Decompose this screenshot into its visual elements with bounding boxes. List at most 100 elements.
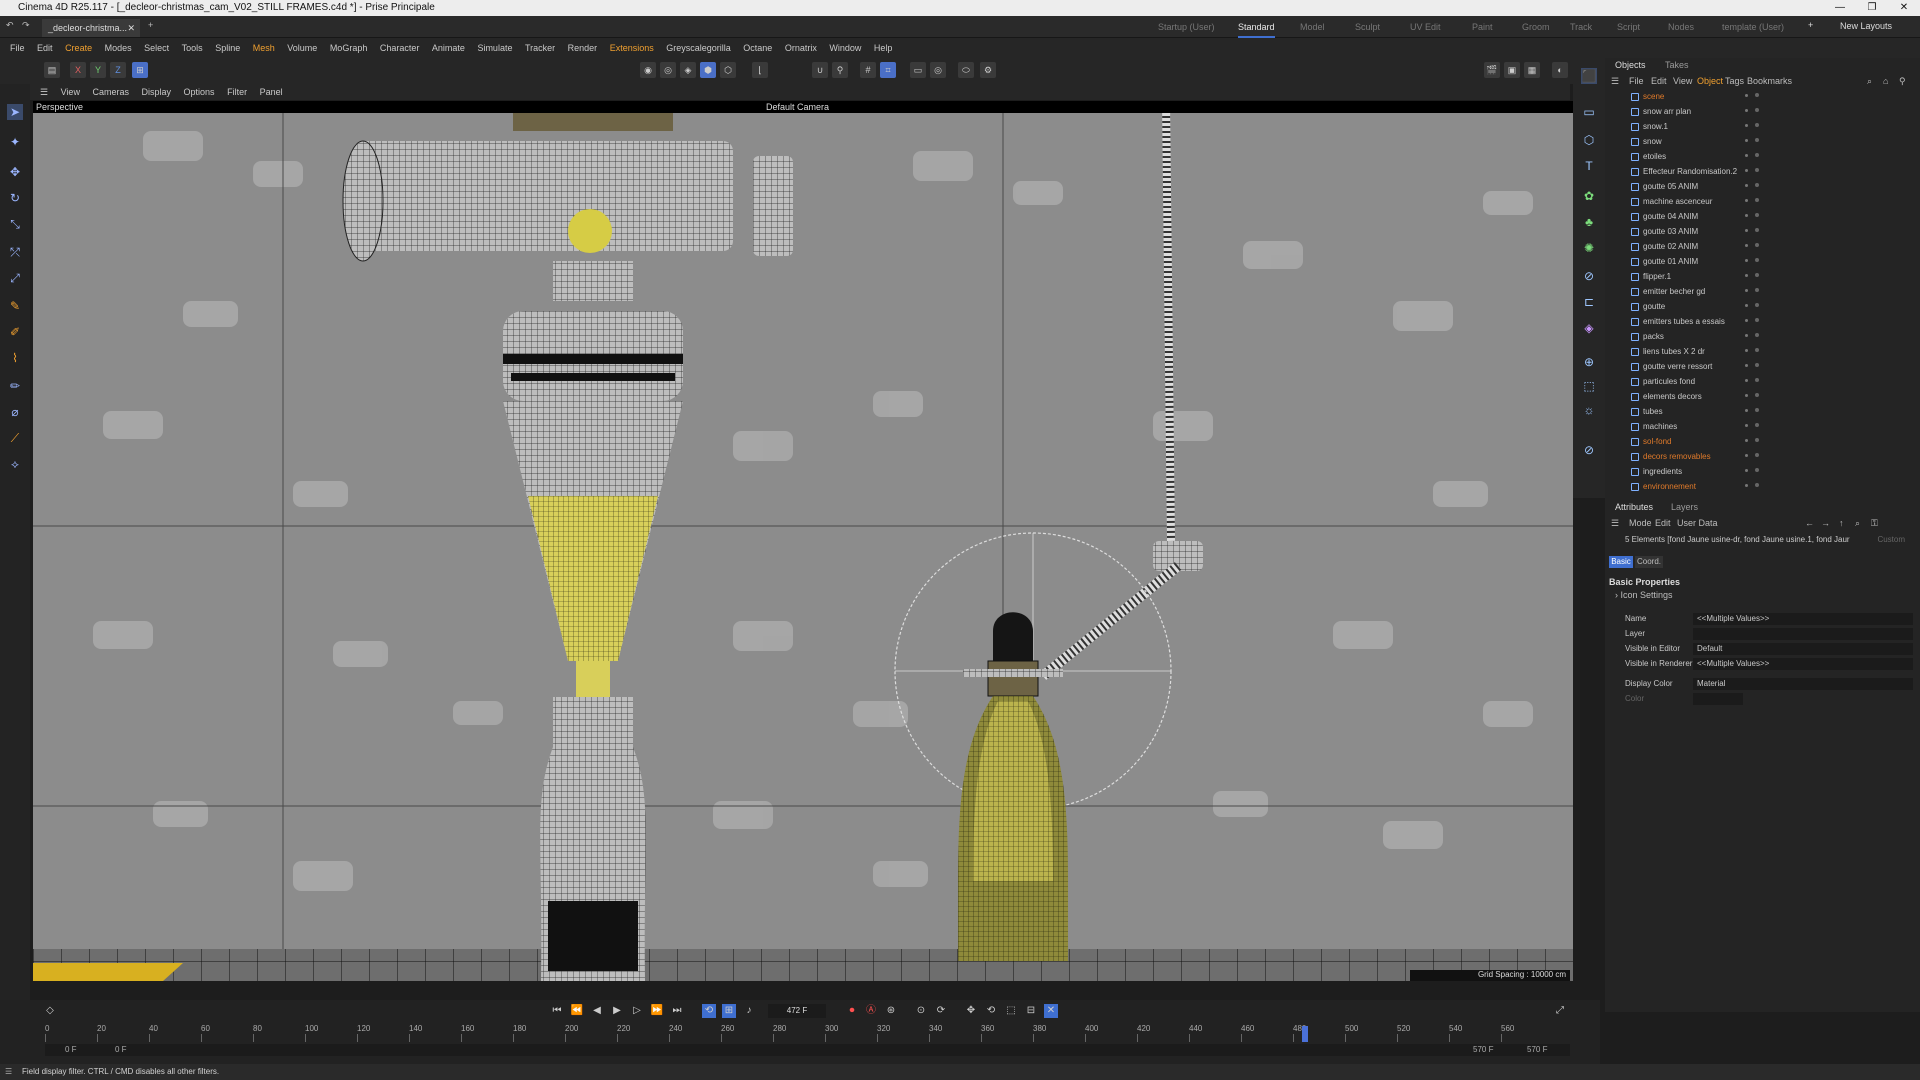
objects-filter-icon[interactable]: ⚲ [1899, 74, 1906, 88]
menu-mograph[interactable]: MoGraph [330, 43, 368, 53]
scale-tool-icon[interactable]: ⤡ [7, 216, 23, 232]
visibility-render-icon[interactable] [1755, 288, 1759, 292]
icon-settings-toggle[interactable]: › Icon Settings [1615, 590, 1673, 600]
record-position-icon[interactable]: ⊙ [914, 1004, 928, 1018]
visibility-render-icon[interactable] [1755, 303, 1759, 307]
color-swatch[interactable] [1693, 693, 1743, 705]
object-row[interactable]: goutte 04 ANIM [1605, 209, 1920, 224]
objects-menu-bookmarks[interactable]: Bookmarks [1747, 74, 1792, 88]
visibility-render-icon[interactable] [1755, 198, 1759, 202]
layout-paint[interactable]: Paint [1472, 16, 1493, 38]
new-layouts-button[interactable]: New Layouts [1840, 21, 1892, 31]
visibility-editor-icon[interactable] [1745, 184, 1748, 187]
measure-tool-icon[interactable]: ⌀ [7, 404, 23, 420]
points-mode-icon[interactable]: ◉ [640, 62, 656, 78]
visibility-editor-icon[interactable] [1745, 469, 1748, 472]
spline-pen-icon[interactable]: ✎ [7, 298, 23, 314]
object-row[interactable]: liens tubes X 2 dr [1605, 344, 1920, 359]
axis-z-button[interactable]: Z [110, 62, 126, 78]
uv-mode-icon[interactable]: ⬡ [720, 62, 736, 78]
object-row[interactable]: machine ascenceur [1605, 194, 1920, 209]
menu-octane[interactable]: Octane [743, 43, 772, 53]
display-color-select[interactable]: Material [1693, 678, 1913, 690]
viewport-solo-icon[interactable]: ⬭ [958, 62, 974, 78]
visibility-editor-icon[interactable] [1745, 274, 1748, 277]
menu-character[interactable]: Character [380, 43, 420, 53]
visibility-render-icon[interactable] [1755, 168, 1759, 172]
object-row[interactable]: scene [1605, 89, 1920, 104]
object-row[interactable]: emitter becher gd [1605, 284, 1920, 299]
visibility-render-icon[interactable] [1755, 468, 1759, 472]
visibility-editor-icon[interactable] [1745, 199, 1748, 202]
object-row[interactable]: particules fond [1605, 374, 1920, 389]
status-menu-icon[interactable]: ☰ [5, 1064, 12, 1080]
visibility-editor-icon[interactable] [1745, 439, 1748, 442]
close-icon[interactable]: ✕ [1888, 0, 1920, 16]
object-row[interactable]: machines [1605, 419, 1920, 434]
objects-hamburger-icon[interactable]: ☰ [1611, 74, 1619, 88]
next-key-icon[interactable]: ⏩ [650, 1004, 664, 1018]
range-start2-field[interactable]: 0 F [115, 1044, 127, 1056]
grid-icon[interactable]: # [860, 62, 876, 78]
magnet-icon[interactable]: ∪ [812, 62, 828, 78]
record-keys-icon[interactable]: ⏺ [845, 1004, 859, 1018]
layout-standard[interactable]: Standard [1238, 16, 1275, 38]
up-arrow-icon[interactable]: ↑ [1839, 516, 1844, 530]
keyframe-selection-icon[interactable]: ⊛ [884, 1004, 898, 1018]
render-view-icon[interactable]: 🎬 [1484, 62, 1500, 78]
visibility-editor-icon[interactable] [1745, 229, 1748, 232]
spline-smooth-icon[interactable]: ⌇ [7, 350, 23, 366]
visibility-editor-icon[interactable] [1745, 409, 1748, 412]
visibility-render-icon[interactable] [1755, 243, 1759, 247]
visibility-editor-icon[interactable] [1745, 379, 1748, 382]
timeline-expand-icon[interactable]: ⤢ [1553, 1004, 1567, 1018]
menu-render[interactable]: Render [568, 43, 598, 53]
attributes-hamburger-icon[interactable]: ☰ [1611, 516, 1619, 530]
visibility-render-icon[interactable] [1755, 393, 1759, 397]
menu-window[interactable]: Window [829, 43, 861, 53]
object-row[interactable]: goutte verre ressort [1605, 359, 1920, 374]
subdivision-icon[interactable]: ✿ [1581, 188, 1597, 204]
rotate-tool-icon[interactable]: ↻ [7, 190, 23, 206]
visibility-render-icon[interactable] [1755, 408, 1759, 412]
visibility-render-icon[interactable] [1755, 378, 1759, 382]
goto-end-icon[interactable]: ⏭ [670, 1004, 684, 1018]
menu-extensions[interactable]: Extensions [610, 43, 654, 53]
object-row[interactable]: Effecteur Randomisation.2 [1605, 164, 1920, 179]
redo-icon[interactable]: ↷ [22, 20, 30, 31]
visibility-editor-icon[interactable] [1745, 214, 1748, 217]
text-spline-icon[interactable]: T [1581, 158, 1597, 174]
workplane-icon[interactable]: ⌊ [752, 62, 768, 78]
visibility-render-icon[interactable] [1755, 258, 1759, 262]
close-tab-icon[interactable]: ✕ [127, 19, 135, 37]
visibility-editor-icon[interactable] [1745, 424, 1748, 427]
menu-volume[interactable]: Volume [287, 43, 317, 53]
object-row[interactable]: decors removables [1605, 449, 1920, 464]
attributes-lock-icon[interactable]: ⚿ [1871, 516, 1878, 530]
visibility-editor-icon[interactable] [1745, 154, 1748, 157]
document-tab[interactable]: _decleor-christma... ✕ [42, 19, 140, 37]
polygons-mode-icon[interactable]: ◈ [680, 62, 696, 78]
visibility-editor-icon[interactable] [1745, 334, 1748, 337]
layout-script[interactable]: Script [1617, 16, 1640, 38]
edges-mode-icon[interactable]: ◎ [660, 62, 676, 78]
cloner-icon[interactable]: ♣ [1581, 214, 1597, 230]
tag-icon[interactable]: ⊘ [1581, 442, 1597, 458]
cube-primitive-icon[interactable]: ⬡ [1581, 132, 1597, 148]
viewport-menu-view[interactable]: View [61, 87, 80, 97]
object-row[interactable]: snow [1605, 134, 1920, 149]
visibility-render-icon[interactable] [1755, 363, 1759, 367]
layout-startup[interactable]: Startup (User) [1158, 16, 1215, 38]
loop-icon[interactable]: ⟲ [702, 1004, 716, 1018]
object-row[interactable]: ingredients [1605, 464, 1920, 479]
object-row[interactable]: sol-fond [1605, 434, 1920, 449]
objects-menu-view[interactable]: View [1673, 74, 1692, 88]
sketch-tool-icon[interactable]: ✐ [7, 324, 23, 340]
record-rotation-icon[interactable]: ⟳ [934, 1004, 948, 1018]
cube-object-icon[interactable]: ⬛ [1581, 68, 1597, 84]
transfer-tool-icon[interactable]: ⤱ [7, 244, 23, 260]
visibility-editor-icon[interactable] [1745, 259, 1748, 262]
range-end2-field[interactable]: 570 F [1527, 1044, 1547, 1056]
visibility-render-icon[interactable] [1755, 213, 1759, 217]
undo-stack-icon[interactable]: ▤ [44, 62, 60, 78]
